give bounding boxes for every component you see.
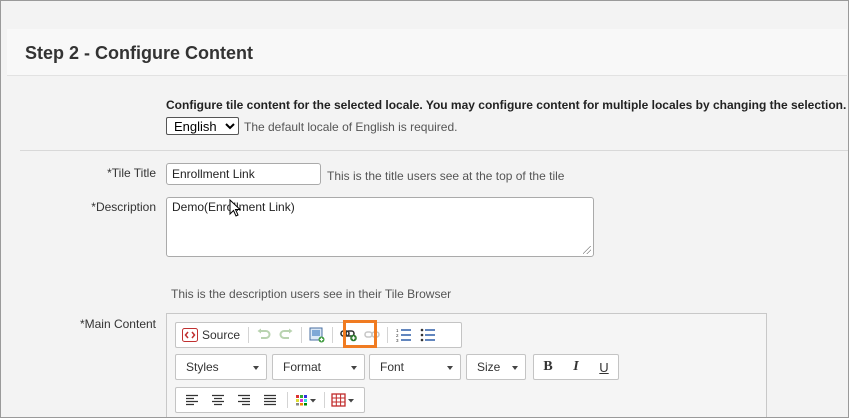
toolbar-separator: [324, 392, 325, 408]
description-label: *Description: [91, 200, 156, 214]
tile-title-input[interactable]: [166, 163, 321, 185]
font-dropdown[interactable]: Font: [369, 354, 461, 380]
color-grid-icon: [296, 395, 316, 406]
chevron-down-icon: [447, 366, 453, 370]
locale-select[interactable]: English: [166, 117, 239, 135]
table-button[interactable]: [329, 390, 357, 410]
text-style-group: B I U: [533, 354, 619, 380]
bulleted-list-button[interactable]: [416, 325, 440, 345]
undo-button[interactable]: [253, 325, 275, 345]
source-button[interactable]: Source: [176, 325, 244, 345]
text-color-button[interactable]: [292, 390, 320, 410]
source-label: Source: [202, 328, 241, 342]
size-label: Size: [477, 360, 501, 374]
chevron-down-icon: [253, 366, 259, 370]
chevron-down-icon: [512, 366, 518, 370]
format-dropdown[interactable]: Format: [272, 354, 365, 380]
toolbar-separator: [248, 327, 250, 343]
undo-icon: [257, 328, 271, 339]
locale-instruction: Configure tile content for the selected …: [166, 98, 847, 112]
image-icon: [309, 327, 325, 343]
align-left-button[interactable]: [179, 390, 205, 410]
tile-title-label: *Tile Title: [107, 166, 156, 180]
font-label: Font: [380, 360, 405, 374]
toolbar-separator: [287, 392, 288, 408]
source-icon: [182, 328, 198, 342]
locale-hint: The default locale of English is require…: [244, 120, 458, 134]
bold-button[interactable]: B: [536, 357, 560, 377]
bulleted-list-icon: [420, 328, 436, 342]
table-icon: [331, 393, 354, 407]
styles-dropdown[interactable]: Styles: [175, 354, 267, 380]
size-dropdown[interactable]: Size: [466, 354, 526, 380]
toolbar-separator: [332, 327, 334, 343]
toolbar-row-3: [175, 387, 365, 413]
svg-text:3: 3: [396, 338, 399, 343]
page-frame: Step 2 - Configure Content Configure til…: [0, 0, 849, 418]
align-right-icon: [238, 394, 250, 406]
chevron-down-icon: [351, 366, 357, 370]
mouse-cursor-icon: [229, 199, 242, 217]
toolbar-row-1: Source 1 2 3: [175, 322, 462, 348]
link-button-highlight: [343, 320, 377, 348]
step-header: Step 2 - Configure Content: [7, 29, 847, 76]
italic-button[interactable]: I: [564, 357, 588, 377]
resize-handle-icon[interactable]: [583, 246, 591, 254]
image-button[interactable]: [306, 325, 328, 345]
redo-button[interactable]: [275, 325, 297, 345]
align-center-icon: [212, 394, 224, 406]
justify-button[interactable]: [257, 390, 283, 410]
redo-icon: [279, 328, 293, 339]
justify-icon: [264, 394, 276, 406]
styles-label: Styles: [186, 360, 219, 374]
tile-title-hint: This is the title users see at the top o…: [327, 169, 565, 183]
numbered-list-icon: 1 2 3: [396, 328, 412, 343]
numbered-list-button[interactable]: 1 2 3: [392, 325, 416, 345]
format-label: Format: [283, 360, 322, 374]
toolbar-separator: [301, 327, 303, 343]
align-center-button[interactable]: [205, 390, 231, 410]
toolbar-separator: [387, 327, 389, 343]
align-left-icon: [186, 394, 198, 406]
divider: [20, 150, 848, 151]
description-hint: This is the description users see in the…: [171, 287, 452, 301]
underline-button[interactable]: U: [592, 357, 616, 377]
align-right-button[interactable]: [231, 390, 257, 410]
page-title: Step 2 - Configure Content: [25, 43, 253, 63]
rich-text-editor: Source 1 2 3 Styles Format Font Size B I…: [166, 313, 767, 417]
main-content-label: *Main Content: [79, 317, 156, 331]
